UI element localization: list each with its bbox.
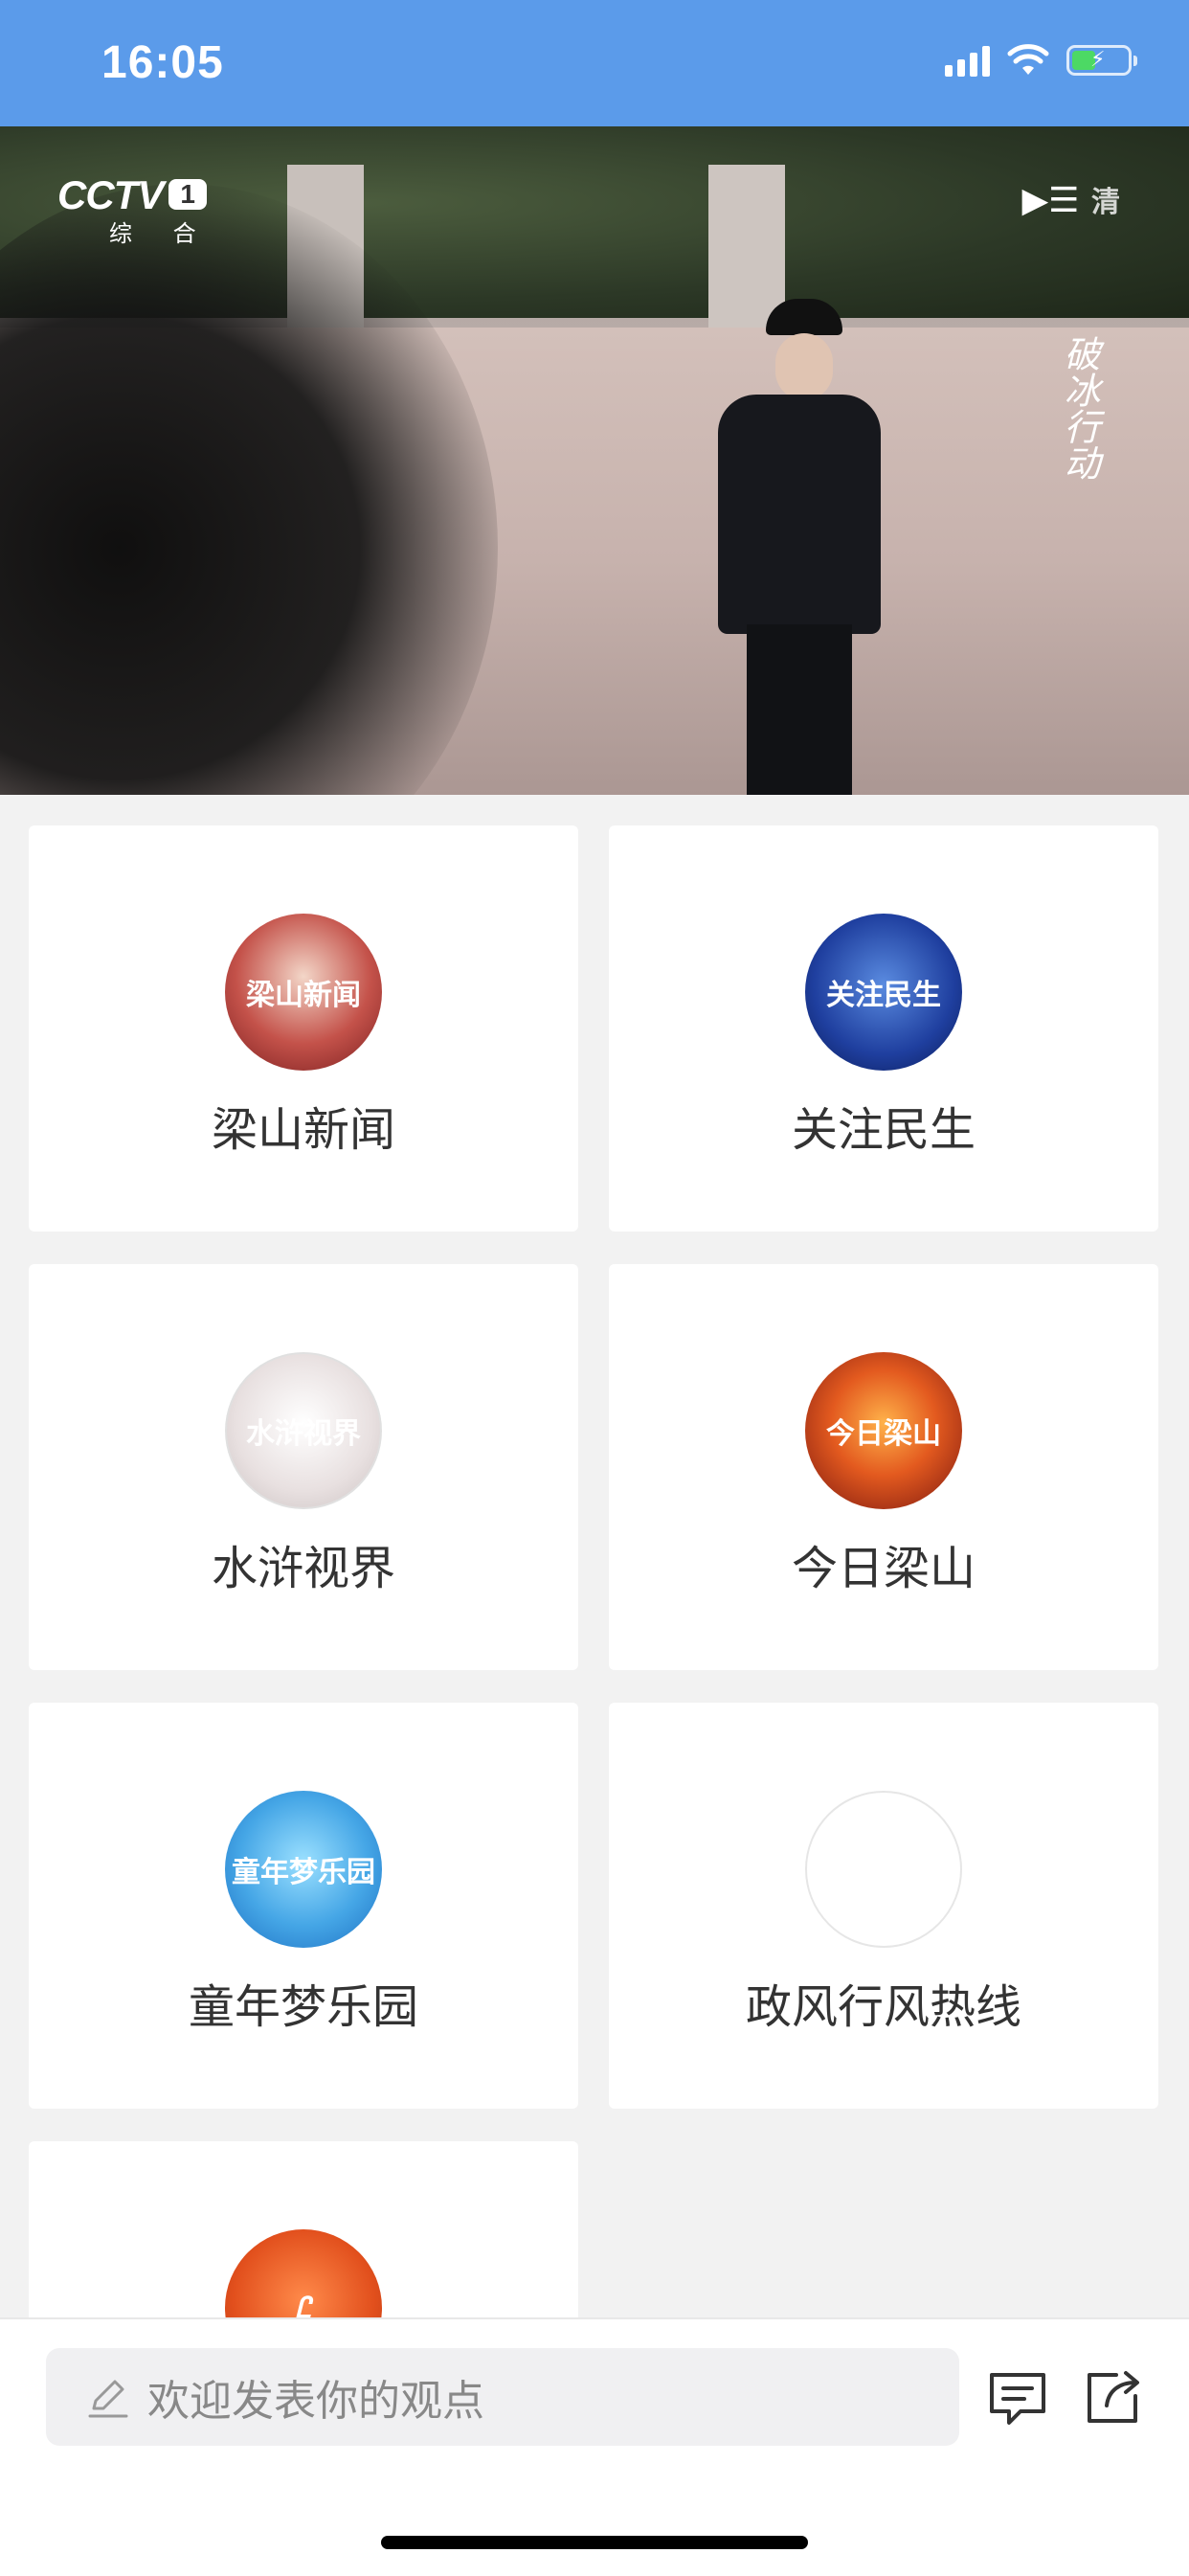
program-thumbnail: 今日梁山 xyxy=(805,1352,962,1509)
officer-legs xyxy=(747,624,852,795)
officer-cap xyxy=(766,299,842,335)
program-card-government-hotline[interactable]: 政风行风热线 政风行风热线 xyxy=(609,1703,1158,2109)
comment-input[interactable]: 欢迎发表你的观点 xyxy=(46,2348,959,2446)
comment-placeholder: 欢迎发表你的观点 xyxy=(147,2377,484,2426)
channel-number: 1 xyxy=(168,179,207,210)
battery-icon: ⚡ xyxy=(1066,45,1137,76)
program-label: 水浒视界 xyxy=(211,1542,395,1595)
program-label: 今日梁山 xyxy=(791,1542,976,1595)
program-label: 童年梦乐园 xyxy=(188,1980,418,2034)
video-vertical-title: 破冰行动 xyxy=(1058,335,1100,481)
program-thumbnail: 梁山新闻 xyxy=(225,914,382,1071)
program-card-people-livelihood[interactable]: 关注民生 关注民生 xyxy=(609,825,1158,1232)
program-label: 关注民生 xyxy=(791,1103,976,1157)
video-scene-officer xyxy=(680,299,919,795)
channel-brand: CCTV xyxy=(57,172,164,217)
share-icon[interactable] xyxy=(1082,2367,1143,2429)
comment-icon[interactable] xyxy=(986,2369,1049,2429)
status-time: 16:05 xyxy=(101,37,224,88)
channel-subtitle: 综 合 xyxy=(109,221,213,247)
cellular-signal-icon xyxy=(945,44,990,77)
program-thumbnail: 水浒视界 xyxy=(225,1352,382,1509)
program-thumbnail: 童年梦乐园 xyxy=(225,1791,382,1948)
play-list-icon: ▶☰ xyxy=(1021,181,1080,220)
program-card-shuihu-vision[interactable]: 水浒视界 水浒视界 xyxy=(29,1264,578,1670)
channel-logo: CCTV 1 综 合 xyxy=(57,172,213,248)
status-icons: ⚡ xyxy=(945,44,1137,77)
hd-mark: 清 xyxy=(1091,186,1120,219)
program-card-liangshan-news[interactable]: 梁山新闻 梁山新闻 xyxy=(29,825,578,1232)
charging-bolt-icon: ⚡ xyxy=(1090,48,1106,72)
status-bar: 16:05 ⚡ xyxy=(0,0,1189,126)
program-card-today-liangshan[interactable]: 今日梁山 今日梁山 xyxy=(609,1264,1158,1670)
wifi-icon xyxy=(1007,44,1049,75)
comment-bar: 欢迎发表你的观点 xyxy=(0,2317,1189,2576)
program-thumbnail: 政风行风热线 xyxy=(805,1791,962,1948)
hd-logo: ▶☰ 清 xyxy=(1021,178,1120,220)
program-card-childhood-dream[interactable]: 童年梦乐园 童年梦乐园 xyxy=(29,1703,578,2109)
program-label: 政风行风热线 xyxy=(745,1980,1021,2034)
pencil-icon xyxy=(88,2380,128,2418)
officer-body xyxy=(718,395,881,634)
officer-face xyxy=(775,333,833,400)
home-indicator xyxy=(381,2536,808,2549)
program-thumbnail: 关注民生 xyxy=(805,914,962,1071)
program-label: 梁山新闻 xyxy=(211,1103,395,1157)
